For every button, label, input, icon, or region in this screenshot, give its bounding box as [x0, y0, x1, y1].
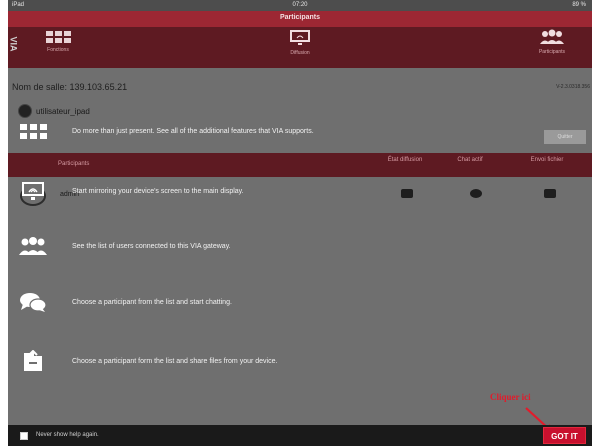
- tip-text: Start mirroring your device's screen to …: [72, 187, 244, 195]
- file-share-icon: [18, 350, 48, 372]
- apps-grid-icon: [18, 120, 48, 142]
- help-overlay: Do more than just present. See all of th…: [8, 0, 592, 446]
- never-show-label: Never show help again.: [36, 432, 99, 438]
- mirror-screen-icon: [18, 180, 48, 202]
- tip-features: Do more than just present. See all of th…: [18, 120, 314, 142]
- tip-file-share: Choose a participant form the list and s…: [18, 350, 277, 372]
- chat-bubbles-icon: [18, 291, 48, 313]
- users-group-icon: [18, 235, 48, 257]
- help-bottom-bar: Never show help again. GOT IT: [8, 425, 592, 446]
- never-show-checkbox[interactable]: [20, 432, 28, 440]
- got-it-button[interactable]: GOT IT: [543, 427, 586, 444]
- tip-users: See the list of users connected to this …: [18, 235, 231, 257]
- tip-text: Do more than just present. See all of th…: [72, 127, 314, 135]
- tip-chat: Choose a participant from the list and s…: [18, 291, 232, 313]
- tip-text: See the list of users connected to this …: [72, 242, 231, 250]
- tip-text: Choose a participant form the list and s…: [72, 357, 278, 365]
- tip-mirroring: Start mirroring your device's screen to …: [18, 180, 244, 202]
- app-screen: iPad 07:20 89 % Participants VIA Fonctio…: [8, 0, 592, 446]
- tip-text: Choose a participant from the list and s…: [72, 298, 232, 306]
